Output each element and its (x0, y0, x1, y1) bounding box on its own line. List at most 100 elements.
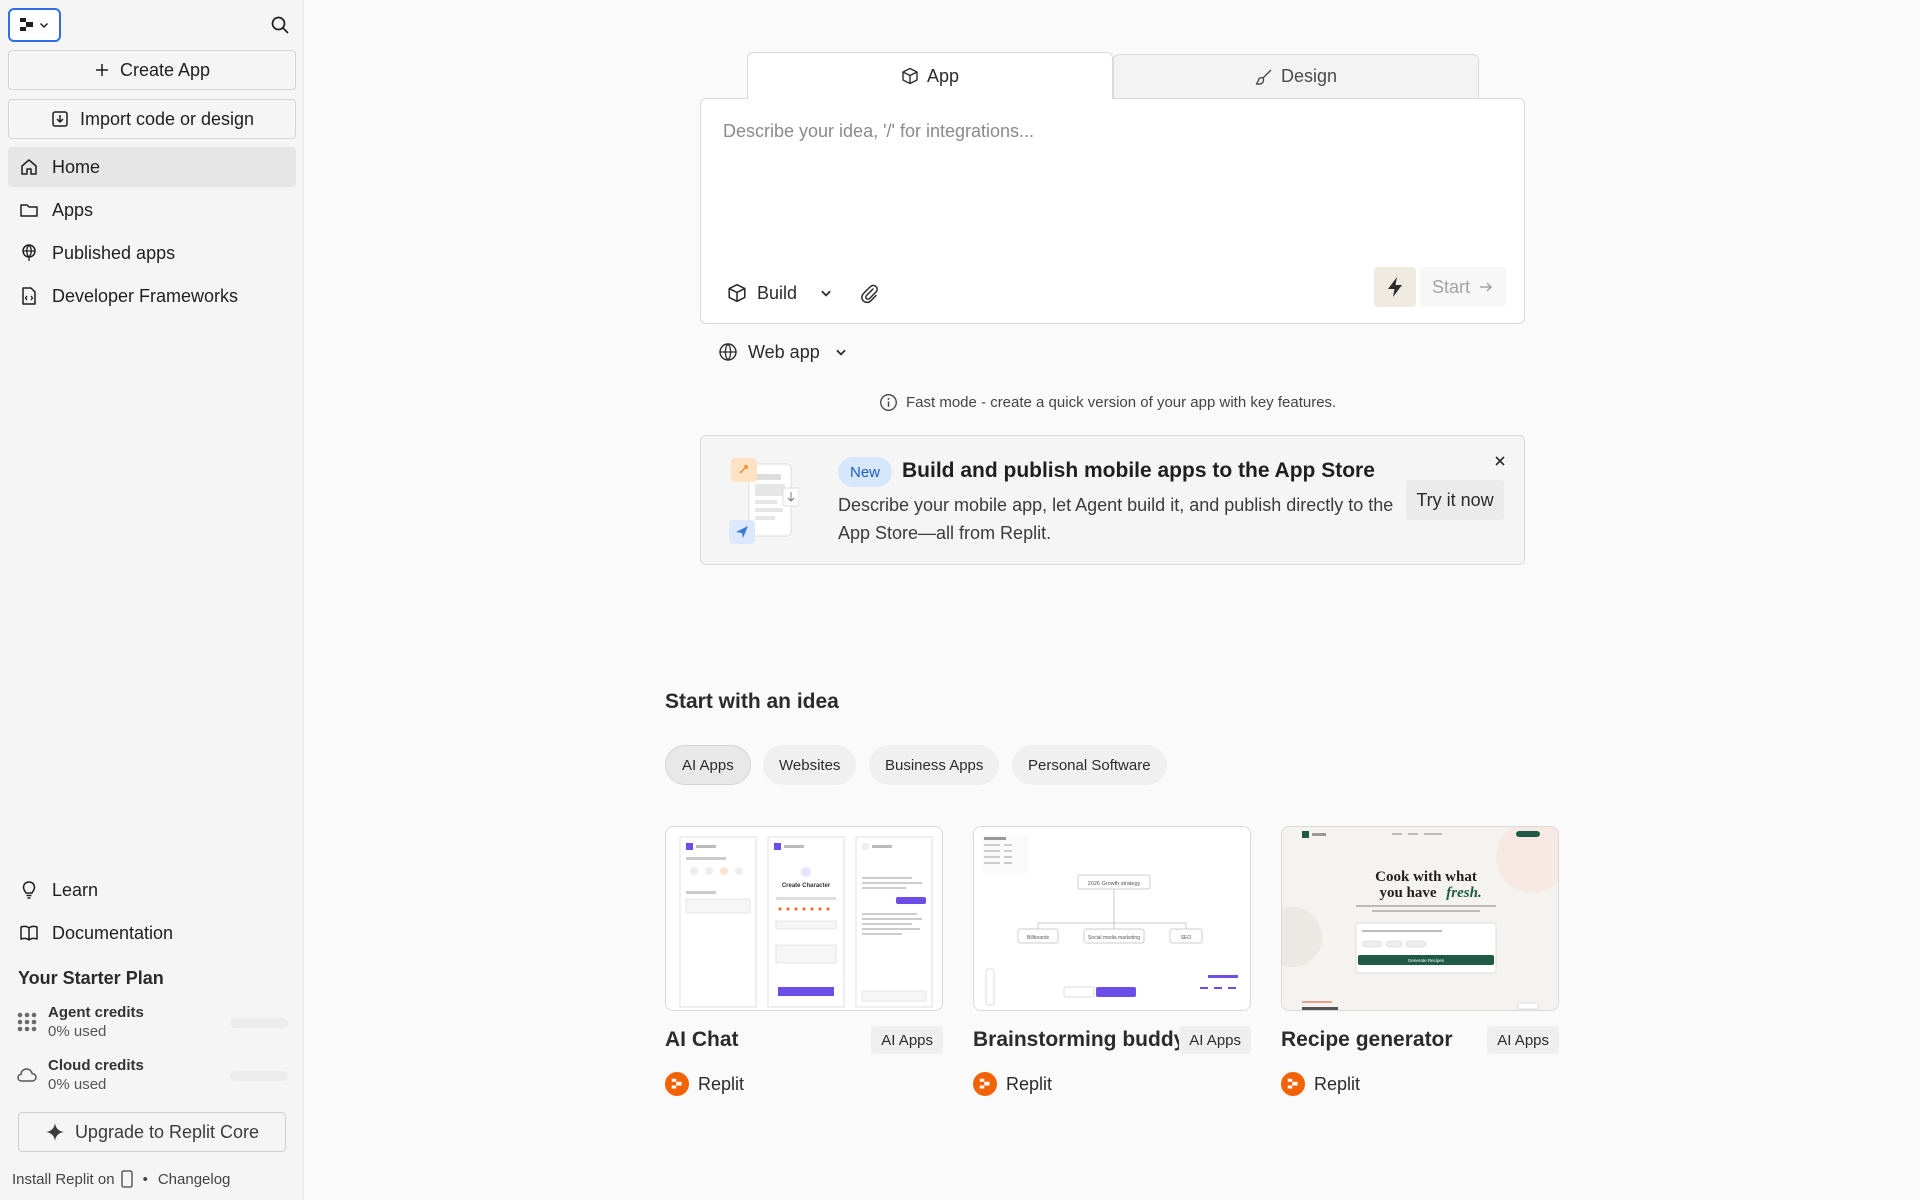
lightning-icon (1385, 276, 1405, 298)
globe-icon (718, 342, 738, 362)
card-title: Brainstorming buddy (973, 1028, 1186, 1051)
upgrade-button[interactable]: Upgrade to Replit Core (18, 1112, 286, 1152)
tab-app-label: App (926, 65, 960, 86)
start-button[interactable]: Start (1420, 267, 1506, 307)
changelog-link[interactable]: Changelog (158, 1171, 231, 1188)
brain-left-thumb-text: Billboards (1027, 935, 1049, 941)
new-badge: New (838, 457, 893, 487)
book-icon (18, 922, 40, 944)
mobile-apps-promo-banner: New Build and publish mobile apps to the… (700, 435, 1525, 565)
chip-business-apps[interactable]: Business Apps (869, 745, 1000, 785)
sidebar-item-apps[interactable]: Apps (8, 190, 296, 230)
agent-credits-progress-bar (230, 1018, 288, 1028)
card-author: Replit (665, 1072, 744, 1096)
cloud-credits-progress-bar (230, 1071, 288, 1081)
idea-card-ai-chat[interactable]: Create Character AI Chat AI Apps Replit (665, 826, 943, 1096)
globe-icon (18, 242, 40, 264)
sidebar-item-label: Learn (52, 879, 99, 900)
recipe-headline-2: you have (1379, 885, 1436, 901)
sidebar-item-learn[interactable]: Learn (8, 870, 296, 910)
footer-separator: • (142, 1170, 148, 1188)
tab-design[interactable]: Design (1113, 54, 1479, 98)
try-it-now-button[interactable]: Try it now (1406, 480, 1504, 520)
agent-credits-used: 0% used (48, 1023, 107, 1040)
tab-design-label: Design (1280, 66, 1338, 86)
idea-card-recipe-generator[interactable]: Cook with what you have fresh. Generate … (1281, 826, 1559, 1096)
chevron-down-icon (834, 345, 848, 359)
sidebar-item-developer-frameworks[interactable]: Developer Frameworks (8, 276, 296, 316)
file-code-icon (18, 285, 40, 307)
chevron-down-icon (819, 286, 833, 300)
attach-icon[interactable] (853, 277, 885, 309)
start-label: Start (1431, 276, 1470, 297)
install-replit-link[interactable]: Install Replit on (12, 1171, 115, 1188)
create-character-thumb-text: Create Character (782, 883, 831, 889)
agent-credits: Agent credits 0% used (16, 1000, 288, 1044)
sidebar-footer: Install Replit on • Changelog (12, 1170, 230, 1188)
ai-chat-thumbnail: Create Character (665, 826, 943, 1011)
brainstorming-buddy-thumbnail: 2026 Growth strategy Billboards Social m… (973, 826, 1251, 1011)
create-app-button[interactable]: Create App (8, 50, 296, 90)
prompt-input[interactable] (723, 121, 1503, 221)
card-category-tag: AI Apps (1487, 1026, 1559, 1054)
card-author: Replit (973, 1072, 1052, 1096)
sidebar: Create App Import code or design Home Ap… (0, 0, 304, 1200)
sparkle-icon (45, 1122, 65, 1142)
chip-websites[interactable]: Websites (763, 745, 857, 785)
recipe-generator-thumbnail: Cook with what you have fresh. Generate … (1281, 826, 1559, 1011)
mobile-app-illustration (729, 456, 799, 546)
card-author-name: Replit (698, 1073, 745, 1094)
fast-mode-note-text: Fast mode - create a quick version of yo… (906, 394, 1337, 411)
workspace-menu-button[interactable] (8, 8, 61, 42)
chip-personal-software[interactable]: Personal Software (1012, 745, 1167, 785)
import-code-button[interactable]: Import code or design (8, 99, 296, 139)
tab-app[interactable]: App (747, 52, 1113, 99)
build-mode-select[interactable]: Build (727, 275, 833, 311)
close-icon[interactable] (1490, 451, 1510, 471)
brain-mid-thumb-text: Social media marketing (1088, 935, 1140, 941)
card-author-name: Replit (1314, 1073, 1361, 1094)
info-icon (879, 393, 898, 412)
app-type-label: Web app (748, 341, 820, 362)
ideas-section-title: Start with an idea (665, 690, 839, 713)
promo-title: Build and publish mobile apps to the App… (902, 459, 1375, 482)
sidebar-item-label: Developer Frameworks (52, 285, 239, 306)
brain-center-thumb-text: 2026 Growth strategy (1088, 881, 1141, 887)
idea-card-brainstorming-buddy[interactable]: 2026 Growth strategy Billboards Social m… (973, 826, 1251, 1096)
chevron-down-icon (38, 19, 50, 31)
search-icon[interactable] (268, 13, 292, 37)
sidebar-item-published-apps[interactable]: Published apps (8, 233, 296, 273)
recipe-generate-thumb-text: Generate Recipes (1408, 958, 1445, 963)
cube-icon (901, 67, 919, 85)
sidebar-item-home[interactable]: Home (8, 147, 296, 187)
card-title: AI Chat (665, 1028, 739, 1051)
plus-icon (94, 62, 110, 78)
agent-credits-icon (16, 1011, 38, 1033)
sidebar-item-label: Documentation (52, 922, 174, 943)
cloud-credits-label: Cloud credits (48, 1057, 144, 1074)
plan-title: Your Starter Plan (18, 968, 164, 988)
cloud-credits-used: 0% used (48, 1076, 107, 1093)
sidebar-item-documentation[interactable]: Documentation (8, 913, 296, 953)
create-app-label: Create App (119, 59, 211, 80)
card-author: Replit (1281, 1072, 1360, 1096)
card-author-name: Replit (1006, 1073, 1053, 1094)
mobile-phone-icon[interactable] (120, 1170, 133, 1188)
cloud-credits: Cloud credits 0% used (16, 1053, 288, 1097)
app-type-select[interactable]: Web app (718, 334, 848, 370)
home-icon (18, 156, 40, 178)
brain-right-thumb-text: SEO (1181, 935, 1192, 941)
import-icon (50, 109, 70, 129)
replit-logo-icon (1281, 1072, 1305, 1096)
agent-credits-label: Agent credits (48, 1004, 144, 1021)
cloud-icon (16, 1064, 38, 1086)
folder-icon (18, 199, 40, 221)
fast-mode-button[interactable] (1374, 267, 1416, 307)
prompt-box: Build Start (700, 98, 1525, 324)
chip-ai-apps[interactable]: AI Apps (665, 745, 751, 785)
card-category-tag: AI Apps (1179, 1026, 1251, 1054)
recipe-headline-fresh: fresh. (1446, 885, 1481, 901)
card-title: Recipe generator (1281, 1028, 1453, 1051)
replit-logo-icon (665, 1072, 689, 1096)
build-mode-label: Build (757, 282, 798, 303)
